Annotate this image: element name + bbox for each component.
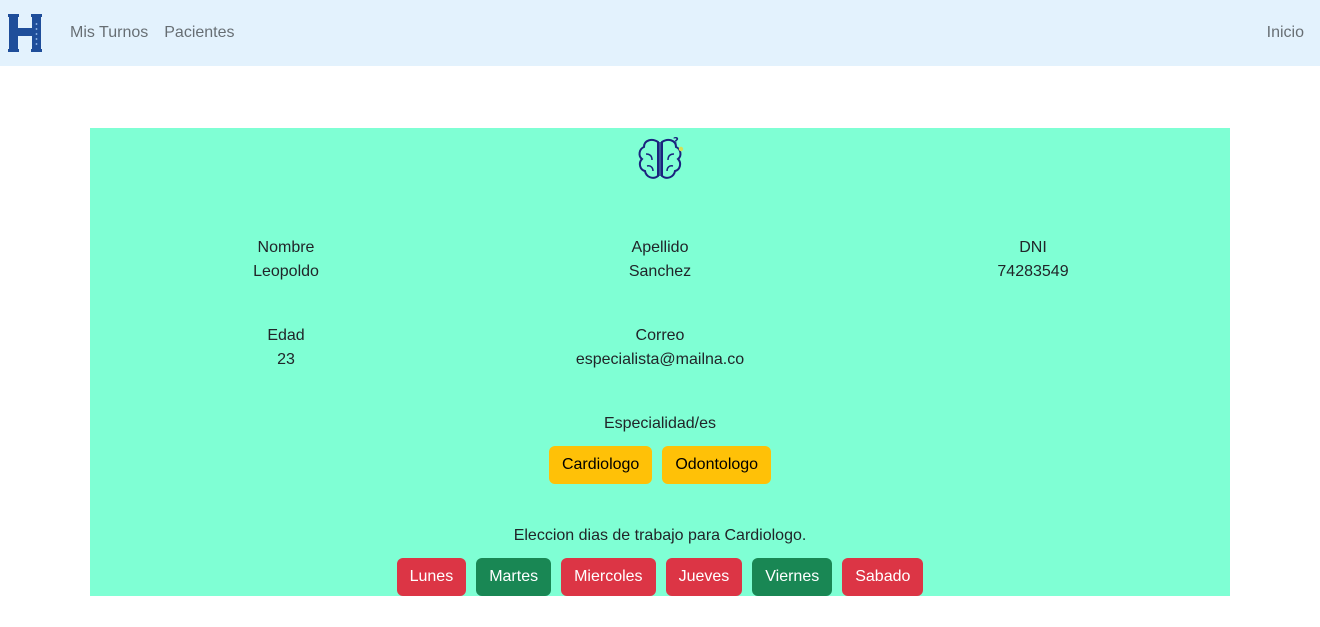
field-nombre-value: Leopoldo <box>253 263 319 280</box>
profile-card: ? Nombre Leopoldo Apellido Sanchez DNI 7… <box>90 128 1230 596</box>
field-correo-label: Correo <box>635 327 685 344</box>
field-nombre-label: Nombre <box>257 239 315 256</box>
field-correo-value: especialista@mailna.co <box>575 351 745 368</box>
nav-links: Mis Turnos Pacientes <box>62 0 243 66</box>
field-nombre: Nombre Leopoldo <box>136 236 436 284</box>
dias-title: Eleccion dias de trabajo para Cardiologo… <box>513 527 807 544</box>
hospital-h-logo[interactable] <box>8 14 42 52</box>
dia-button-sabado[interactable]: Sabado <box>842 558 924 596</box>
especialidad-button-cardiologo[interactable]: Cardiologo <box>548 446 653 484</box>
field-edad-value: 23 <box>277 351 295 368</box>
field-dni: DNI 74283549 <box>883 236 1183 284</box>
dias-list: Lunes Martes Miercoles Jueves Viernes Sa… <box>90 558 1230 596</box>
dia-button-lunes[interactable]: Lunes <box>396 558 467 596</box>
field-apellido: Apellido Sanchez <box>510 236 810 284</box>
nav-link-pacientes[interactable]: Pacientes <box>156 24 242 42</box>
especialidades-list: Cardiologo Odontologo <box>90 446 1230 484</box>
dia-button-miercoles[interactable]: Miercoles <box>561 558 656 596</box>
dia-button-jueves[interactable]: Jueves <box>665 558 743 596</box>
field-dni-label: DNI <box>1019 239 1047 256</box>
top-navbar: Mis Turnos Pacientes Inicio <box>0 0 1320 66</box>
nav-link-inicio[interactable]: Inicio <box>1259 24 1312 42</box>
especialidades-title: Especialidad/es <box>603 415 717 432</box>
dia-button-martes[interactable]: Martes <box>476 558 552 596</box>
field-edad-label: Edad <box>267 327 305 344</box>
field-apellido-value: Sanchez <box>628 263 692 280</box>
nav-link-mis-turnos[interactable]: Mis Turnos <box>62 24 156 42</box>
especialidad-button-odontologo[interactable]: Odontologo <box>662 446 772 484</box>
field-dni-value: 74283549 <box>997 263 1069 280</box>
nav-right: Inicio <box>1259 0 1312 66</box>
field-correo: Correo especialista@mailna.co <box>510 324 810 372</box>
brain-question-icon: ? <box>638 136 684 179</box>
svg-text:?: ? <box>673 136 679 147</box>
field-apellido-label: Apellido <box>631 239 689 256</box>
field-edad: Edad 23 <box>136 324 436 372</box>
dia-button-viernes[interactable]: Viernes <box>752 558 833 596</box>
